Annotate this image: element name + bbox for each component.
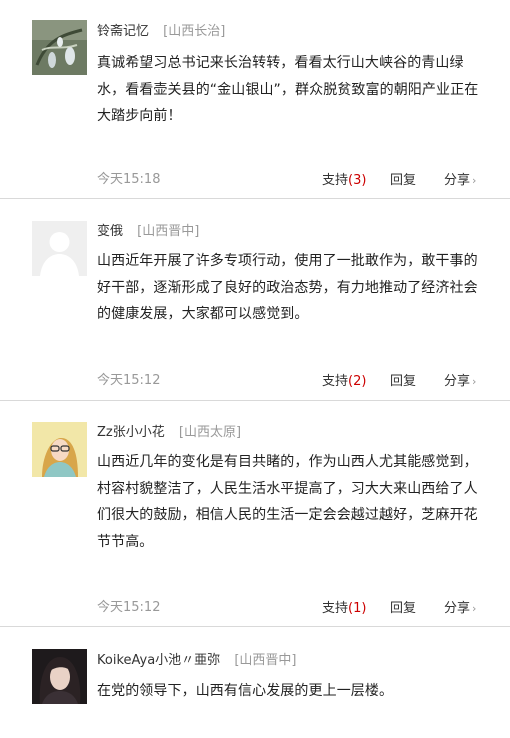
comment-text: 山西近年开展了许多专项行动，使用了一批敢作为，敢干事的好干部，逐渐形成了良好的政… bbox=[97, 253, 478, 322]
share-button[interactable]: 分享 › bbox=[444, 169, 476, 188]
avatar[interactable] bbox=[32, 20, 87, 75]
reply-button[interactable]: 回复 bbox=[390, 169, 416, 188]
share-label: 分享 bbox=[444, 173, 471, 188]
support-label: 支持 bbox=[322, 374, 349, 389]
divider bbox=[0, 198, 510, 199]
support-button[interactable]: 支持(1) bbox=[322, 597, 366, 616]
support-count: (2) bbox=[348, 374, 367, 389]
support-count: (1) bbox=[348, 601, 367, 616]
location-tag: [山西晋中] bbox=[234, 653, 297, 668]
divider bbox=[0, 400, 510, 401]
chevron-right-icon: › bbox=[472, 375, 477, 388]
chevron-right-icon: › bbox=[472, 174, 477, 187]
username[interactable]: 铃斋记忆 bbox=[97, 24, 149, 39]
reply-button[interactable]: 回复 bbox=[390, 370, 416, 389]
divider bbox=[0, 626, 510, 627]
comment-time: 今天15:18 bbox=[97, 172, 161, 187]
comment-time: 今天15:12 bbox=[97, 600, 161, 615]
location-tag: [山西太原] bbox=[178, 425, 242, 440]
comment-text: 在党的领导下，山西有信心发展的更上一层楼。 bbox=[97, 683, 394, 699]
share-label: 分享 bbox=[444, 374, 471, 389]
support-label: 支持 bbox=[322, 601, 349, 616]
reply-button[interactable]: 回复 bbox=[390, 597, 416, 616]
username[interactable]: KoikeAya小池〃亜弥 bbox=[97, 653, 220, 668]
avatar[interactable] bbox=[32, 422, 87, 477]
chevron-right-icon: › bbox=[472, 602, 477, 615]
support-count: (3) bbox=[348, 173, 367, 188]
comment-text: 山西近几年的变化是有目共睹的，作为山西人尤其能感觉到，村容村貌整洁了，人民生活水… bbox=[97, 454, 478, 550]
support-label: 支持 bbox=[322, 173, 349, 188]
share-button[interactable]: 分享 › bbox=[444, 597, 476, 616]
support-button[interactable]: 支持(2) bbox=[322, 370, 366, 389]
username[interactable]: Zz张小小花 bbox=[97, 425, 165, 440]
avatar[interactable] bbox=[32, 221, 87, 276]
support-button[interactable]: 支持(3) bbox=[322, 169, 366, 188]
avatar[interactable] bbox=[32, 649, 87, 704]
share-button[interactable]: 分享 › bbox=[444, 370, 476, 389]
location-tag: [山西晋中] bbox=[137, 224, 200, 239]
comment-time: 今天15:12 bbox=[97, 373, 161, 388]
share-label: 分享 bbox=[444, 601, 471, 616]
comment-text: 真诚希望习总书记来长治转转，看看太行山大峡谷的青山绿水，看看壶关县的“金山银山”… bbox=[97, 55, 479, 124]
location-tag: [山西长治] bbox=[163, 24, 226, 39]
username[interactable]: 变俄 bbox=[97, 224, 123, 239]
